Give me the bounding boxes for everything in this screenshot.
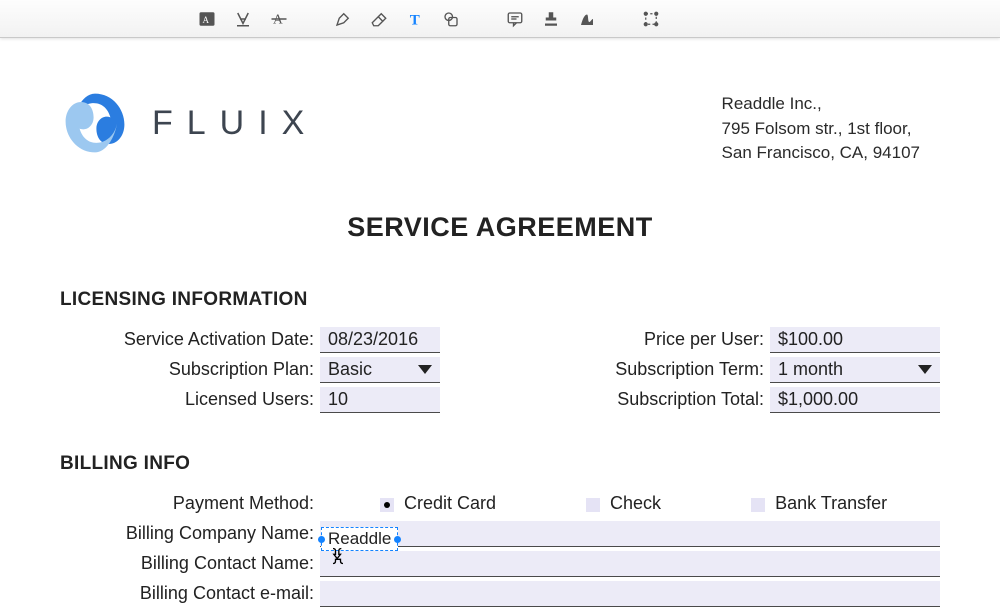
underline-icon[interactable] [226,2,260,36]
chevron-down-icon [918,365,932,374]
company-name: FLUIX [152,104,318,143]
eraser-icon[interactable] [362,2,396,36]
fluix-logo-icon [60,88,130,158]
subscription-plan-label: Subscription Plan: [60,359,320,380]
subscription-plan-select[interactable]: Basic [320,357,440,383]
radio-icon [380,498,394,512]
subscription-total-label: Subscription Total: [560,389,770,410]
svg-text:T: T [410,12,420,28]
price-per-user-input[interactable]: $100.00 [770,327,940,353]
text-style-icon[interactable]: A [190,2,224,36]
activation-date-label: Service Activation Date: [60,329,320,350]
svg-text:A: A [203,14,210,24]
billing-company-label: Billing Company Name: [60,523,320,544]
billing-heading: BILLING INFO [60,453,940,475]
radio-icon [751,498,765,512]
strikethrough-icon[interactable]: A [262,2,296,36]
address-line: San Francisco, CA, 94107 [722,141,920,166]
shape-icon[interactable] [434,2,468,36]
subscription-term-select[interactable]: 1 month [770,357,940,383]
radio-icon [586,498,600,512]
note-icon[interactable] [498,2,532,36]
licensed-users-input[interactable]: 10 [320,387,440,413]
text-tool-icon[interactable]: T [398,2,432,36]
licensing-heading: LICENSING INFORMATION [60,289,940,311]
payment-option-check[interactable]: Check [586,493,661,514]
selection-icon[interactable] [634,2,668,36]
address-line: 795 Folsom str., 1st floor, [722,117,920,142]
licensed-users-label: Licensed Users: [60,389,320,410]
payment-method-label: Payment Method: [60,493,320,514]
company-address: Readdle Inc., 795 Folsom str., 1st floor… [722,88,940,166]
activation-date-input[interactable]: 08/23/2016 [320,327,440,353]
subscription-total-input[interactable]: $1,000.00 [770,387,940,413]
address-line: Readdle Inc., [722,92,920,117]
company-logo: FLUIX [60,88,318,158]
pen-icon[interactable] [326,2,360,36]
resize-handle-icon[interactable] [318,536,325,543]
stamp-icon[interactable] [534,2,568,36]
signature-icon[interactable] [570,2,604,36]
price-per-user-label: Price per User: [560,329,770,350]
annotation-toolbar: A A T [0,0,1000,38]
billing-contact-name-label: Billing Contact Name: [60,553,320,574]
payment-option-credit[interactable]: Credit Card [380,493,496,514]
chevron-down-icon [418,365,432,374]
document-page: FLUIX Readdle Inc., 795 Folsom str., 1st… [0,38,1000,609]
billing-contact-name-input[interactable] [320,551,940,577]
payment-option-bank[interactable]: Bank Transfer [751,493,887,514]
subscription-term-label: Subscription Term: [560,359,770,380]
document-title: SERVICE AGREEMENT [60,212,940,243]
billing-company-input[interactable] [320,521,940,547]
billing-contact-email-input[interactable] [320,581,940,607]
billing-contact-email-label: Billing Contact e-mail: [60,583,320,604]
text-cursor-icon [328,545,348,567]
